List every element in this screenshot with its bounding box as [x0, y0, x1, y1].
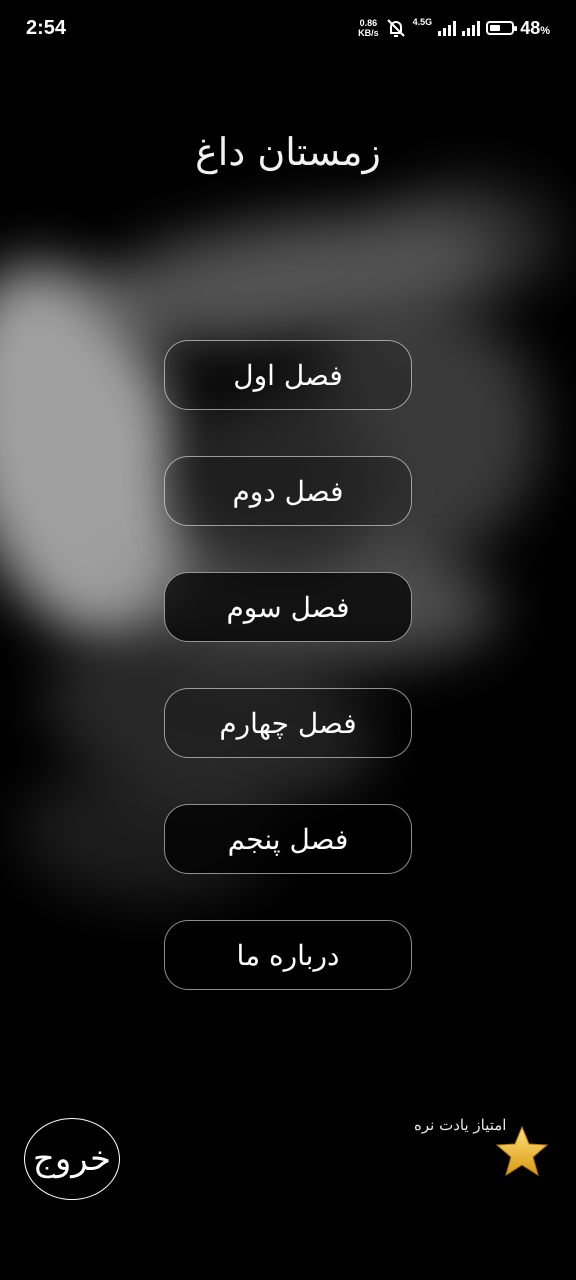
muted-bell-icon [386, 19, 405, 37]
network-type: 4.5G [412, 17, 433, 27]
chapter-4-button[interactable]: فصل چهارم [164, 688, 412, 758]
battery-fill [490, 25, 501, 31]
chapter-menu: فصل اول فصل دوم فصل سوم فصل چهارم فصل پن… [164, 340, 412, 1036]
about-us-button[interactable]: درباره ما [164, 920, 412, 990]
signal-icon [438, 20, 457, 36]
signal-icon-2 [462, 20, 481, 36]
rate-label: امتیاز یادت نره [414, 1116, 507, 1134]
status-time: 2:54 [26, 16, 67, 39]
status-icons: 0.86 KB/s 4.5G 48% [358, 17, 550, 39]
network-speed-unit: KB/s [358, 28, 379, 38]
battery-percent: 48% [520, 17, 550, 38]
chapter-2-button[interactable]: فصل دوم [164, 456, 412, 526]
network-speed: 0.86 KB/s [358, 18, 379, 38]
network-speed-value: 0.86 [359, 18, 378, 28]
chapter-5-button[interactable]: فصل پنجم [164, 804, 412, 874]
chapter-1-button[interactable]: فصل اول [164, 340, 412, 410]
chapter-3-button[interactable]: فصل سوم [164, 572, 412, 642]
page-title: زمستان داغ [195, 130, 381, 174]
status-bar: 2:54 0.86 KB/s 4.5G 48% [0, 0, 576, 56]
battery-icon [486, 21, 518, 35]
star-icon[interactable] [494, 1124, 550, 1180]
exit-button[interactable]: خروج [24, 1118, 120, 1200]
